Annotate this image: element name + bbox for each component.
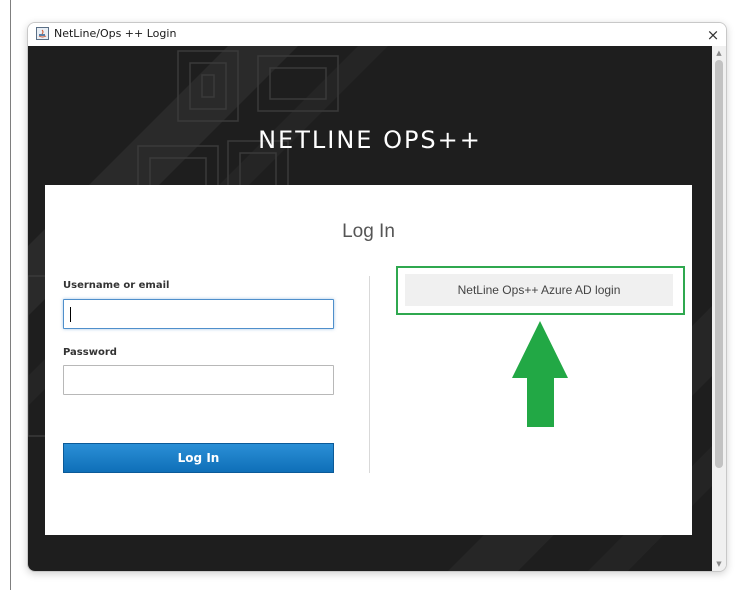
login-card: Log In Username or email Password Log In…: [45, 185, 692, 535]
page-left-border: [10, 0, 11, 590]
vertical-scrollbar[interactable]: ▲ ▼: [712, 46, 726, 571]
window-title: NetLine/Ops ++ Login: [54, 27, 177, 40]
password-label: Password: [63, 347, 117, 358]
scroll-thumb[interactable]: [715, 60, 723, 468]
scroll-up-icon[interactable]: ▲: [712, 46, 726, 60]
java-app-icon: [36, 27, 49, 40]
text-caret: [70, 307, 71, 322]
password-input[interactable]: [63, 365, 334, 395]
annotation-highlight-box: [396, 266, 685, 315]
window-titlebar[interactable]: NetLine/Ops ++ Login ×: [28, 23, 726, 46]
close-window-button[interactable]: ×: [702, 24, 724, 46]
username-label: Username or email: [63, 280, 170, 291]
login-heading: Log In: [342, 221, 395, 242]
card-divider: [369, 276, 370, 473]
scroll-down-icon[interactable]: ▼: [712, 557, 726, 571]
brand-title: NETLINE OPS++: [258, 126, 482, 154]
arrow-up-icon: [512, 321, 568, 427]
login-button[interactable]: Log In: [63, 443, 334, 473]
username-input[interactable]: [63, 299, 334, 329]
